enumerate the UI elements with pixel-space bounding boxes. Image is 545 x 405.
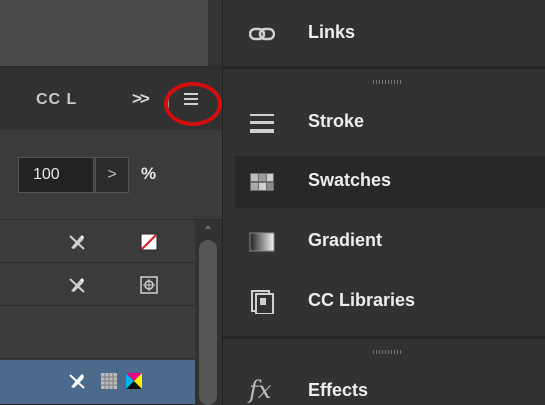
none-swatch-icon xyxy=(140,233,158,251)
tint-row: > % xyxy=(0,130,222,220)
tint-percent-input[interactable] xyxy=(18,157,94,193)
swatches-icon xyxy=(250,173,274,191)
gradient-icon xyxy=(249,232,275,252)
panel-item-stroke[interactable]: Stroke xyxy=(235,97,545,149)
drag-grip[interactable] xyxy=(373,350,401,354)
right-panel-dock: Links Stroke Swatches Gradient CC Librar… xyxy=(222,0,545,405)
tab-cc-libraries[interactable]: CC L xyxy=(36,91,77,109)
panel-item-label: Stroke xyxy=(308,111,365,131)
registration-icon xyxy=(140,276,158,294)
group-separator xyxy=(223,66,545,69)
drag-grip[interactable] xyxy=(373,80,401,84)
panel-item-label: Gradient xyxy=(308,230,383,250)
panel-item-label: Links xyxy=(308,22,356,42)
stroke-icon xyxy=(250,114,274,133)
pen-icon xyxy=(69,278,85,293)
pen-icon xyxy=(69,374,85,389)
scroll-up-arrow-icon[interactable]: ⌃ xyxy=(203,224,213,238)
percent-unit-label: % xyxy=(141,164,157,183)
panel-item-label: Swatches xyxy=(308,170,392,190)
scrollbar-thumb[interactable] xyxy=(199,240,217,405)
group-separator xyxy=(223,336,545,339)
left-panel-header xyxy=(0,0,222,66)
tab-overflow-button[interactable]: >> xyxy=(132,89,150,109)
panel-item-effects[interactable]: fx Effects xyxy=(235,366,545,405)
hamburger-menu-icon[interactable] xyxy=(180,88,206,112)
left-panel: CC L >> > % xyxy=(0,0,222,405)
swatch-row[interactable] xyxy=(0,221,195,263)
panel-item-label: Effects xyxy=(308,380,369,400)
panel-item-cc-libraries[interactable]: CC Libraries xyxy=(235,276,545,328)
tab-separator xyxy=(168,92,169,108)
panel-item-links[interactable]: Links xyxy=(235,8,545,60)
swatch-row[interactable] xyxy=(0,307,195,359)
link-icon xyxy=(249,27,275,41)
process-color-icon xyxy=(126,373,142,389)
panel-gap xyxy=(208,0,222,66)
panel-item-swatches[interactable]: Swatches xyxy=(235,156,545,208)
grid-icon xyxy=(101,373,117,389)
fx-icon: fx xyxy=(249,376,272,404)
tint-stepper-button[interactable]: > xyxy=(95,157,129,193)
panel-item-label: CC Libraries xyxy=(308,290,416,310)
panel-tab-bar: CC L >> xyxy=(0,70,222,130)
swatch-row-selected[interactable] xyxy=(0,360,195,405)
panel-item-gradient[interactable]: Gradient xyxy=(235,216,545,268)
pen-icon xyxy=(69,235,85,250)
cc-libraries-icon xyxy=(251,290,274,314)
swatch-row[interactable] xyxy=(0,264,195,306)
